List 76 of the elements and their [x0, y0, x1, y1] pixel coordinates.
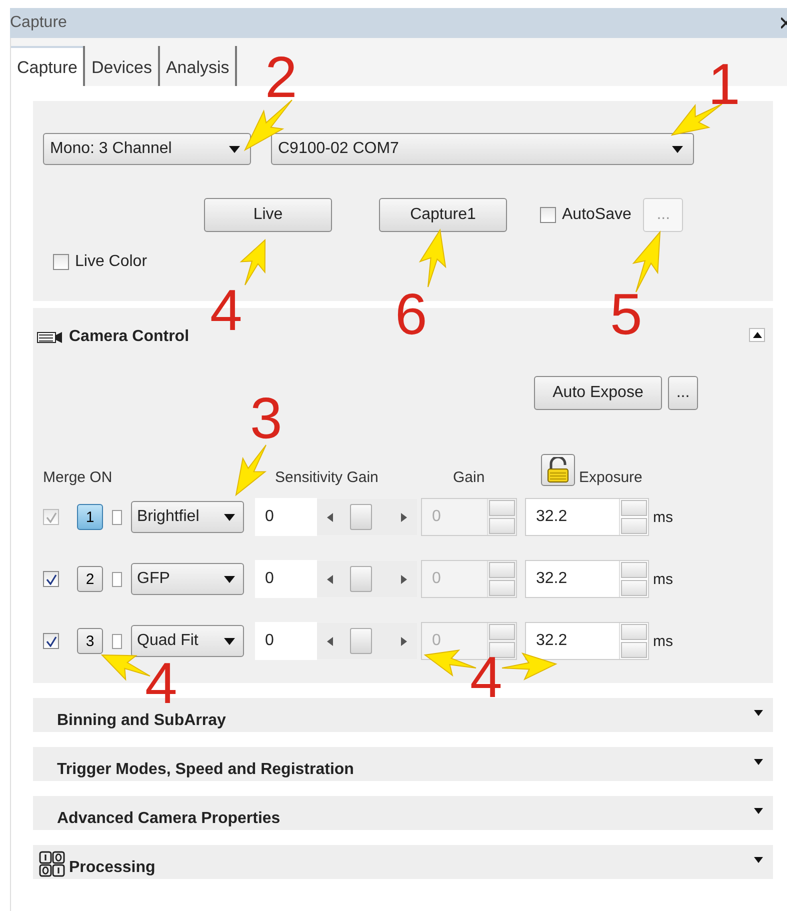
channel-button[interactable]: 2 — [77, 566, 103, 592]
exposure-spinner[interactable]: 32.2 — [525, 622, 649, 660]
camera-icon — [37, 330, 63, 344]
callout-arrow — [632, 230, 661, 292]
camera-dropdown[interactable]: C9100-02 COM7 — [271, 133, 694, 165]
gain-slider[interactable] — [317, 561, 417, 597]
exposure-spinner[interactable]: 32.2 — [525, 498, 649, 536]
column-header: Gain — [453, 469, 486, 486]
lock-button[interactable] — [541, 454, 575, 486]
filter-dropdown[interactable]: Brightfiel — [131, 501, 244, 533]
window-title: Capture — [10, 14, 67, 32]
callout-number: 5 — [610, 282, 642, 347]
filter-dropdown[interactable]: Quad Fit — [131, 625, 244, 657]
caret-icon — [752, 332, 762, 338]
live-color-checkbox[interactable] — [53, 254, 69, 270]
column-header: Sensitivity Gain — [275, 469, 380, 486]
autosave-label: AutoSave — [562, 206, 632, 224]
options-button[interactable]: ... — [668, 376, 698, 410]
caret-icon — [224, 638, 235, 644]
exposure-spinner[interactable]: 32.2 — [525, 560, 649, 598]
sensitivity-field[interactable]: 0 — [255, 622, 317, 660]
tab[interactable]: Devices — [85, 46, 160, 86]
caret-icon — [229, 146, 240, 152]
callout-arrow — [670, 104, 722, 136]
filter-dropdown[interactable]: GFP — [131, 563, 244, 595]
mode-dropdown[interactable]: Mono: 3 Channel — [43, 133, 251, 165]
unit-label: ms — [653, 570, 674, 588]
caret-icon — [224, 576, 235, 582]
callout-number: 2 — [265, 45, 298, 110]
sensitivity-field[interactable]: 0 — [255, 560, 317, 598]
channel-checkbox[interactable] — [112, 572, 122, 586]
close-icon[interactable] — [781, 17, 787, 29]
unit-label: ms — [653, 632, 674, 650]
merge-checkbox[interactable] — [43, 571, 59, 587]
section-title: Camera Control — [69, 328, 190, 346]
section-header[interactable]: Advanced Camera Properties — [33, 796, 773, 830]
tab[interactable]: Analysis — [160, 46, 238, 86]
callout-number: 6 — [395, 282, 428, 347]
channel-checkbox[interactable] — [112, 510, 122, 524]
caret-icon — [672, 146, 683, 152]
callout-number: 4 — [210, 278, 242, 343]
caret-icon — [224, 514, 235, 520]
live-button[interactable]: Live — [204, 198, 332, 232]
merge-checkbox[interactable] — [43, 633, 59, 649]
channel-button[interactable]: 1 — [77, 504, 103, 530]
channel-checkbox[interactable] — [112, 634, 122, 648]
section-title: Advanced Camera Properties — [57, 810, 280, 828]
column-header: Exposure — [579, 469, 642, 486]
callout-arrow — [235, 444, 267, 496]
right-arrow-icon[interactable] — [401, 636, 407, 646]
channel-button[interactable]: 3 — [77, 628, 103, 654]
unit-label: ms — [653, 508, 674, 526]
callout-arrow — [240, 238, 266, 286]
binary-icon — [39, 851, 65, 877]
section-header[interactable]: Processing — [33, 845, 773, 879]
right-arrow-icon[interactable] — [401, 574, 407, 584]
callout-arrow — [418, 228, 446, 288]
section-header[interactable]: Trigger Modes, Speed and Registration — [33, 747, 773, 781]
autosave-checkbox[interactable] — [540, 207, 556, 223]
live-color-label: Live Color — [75, 253, 148, 271]
callout-number: 1 — [708, 52, 740, 117]
left-arrow-icon[interactable] — [327, 636, 333, 646]
right-arrow-icon[interactable] — [401, 512, 407, 522]
column-header: Merge ON — [43, 469, 114, 486]
auto-expose-button[interactable]: Auto Expose — [534, 376, 662, 410]
gain-slider[interactable] — [317, 623, 417, 659]
capture-button[interactable]: Capture1 — [379, 198, 507, 232]
sensitivity-field[interactable]: 0 — [255, 498, 317, 536]
left-arrow-icon[interactable] — [327, 574, 333, 584]
callout-number: 3 — [250, 386, 282, 451]
left-arrow-icon[interactable] — [327, 512, 333, 522]
section-title: Processing — [69, 859, 156, 877]
tab[interactable]: Capture — [11, 46, 86, 86]
gain-slider[interactable] — [317, 499, 417, 535]
section-title: Trigger Modes, Speed and Registration — [57, 761, 354, 779]
collapse-button[interactable] — [749, 328, 765, 342]
